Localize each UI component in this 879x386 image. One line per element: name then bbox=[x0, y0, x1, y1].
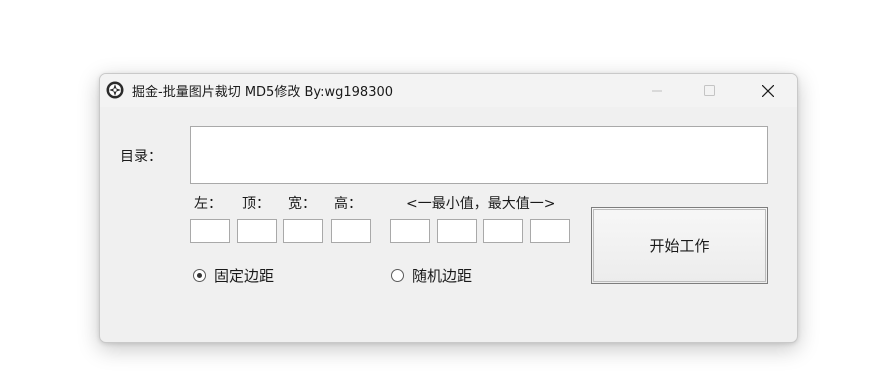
fixed-margin-label: 固定边距 bbox=[214, 267, 275, 285]
fixed-margin-radio[interactable]: 固定边距 bbox=[193, 265, 274, 286]
random-margin-radio[interactable]: 随机边距 bbox=[391, 265, 472, 286]
top-margin-label: 顶： bbox=[242, 196, 270, 212]
left-margin-input[interactable] bbox=[190, 219, 230, 243]
maximize-icon bbox=[703, 85, 715, 96]
app-logo-icon bbox=[106, 81, 124, 99]
height-margin-label: 高： bbox=[334, 196, 362, 212]
random-margin-label: 随机边距 bbox=[412, 267, 473, 285]
width-margin-label: 宽： bbox=[288, 196, 316, 212]
fixed-margin-radio-circle[interactable] bbox=[193, 269, 206, 282]
app-window: 掘金-批量图片裁切 MD5修改 By:wg198300 目录： 左： 顶： 宽：… bbox=[99, 73, 798, 343]
top-margin-input[interactable] bbox=[237, 219, 277, 243]
title-bar[interactable]: 掘金-批量图片裁切 MD5修改 By:wg198300 bbox=[100, 74, 797, 107]
minimize-button[interactable] bbox=[634, 74, 680, 107]
window-title: 掘金-批量图片裁切 MD5修改 By:wg198300 bbox=[132, 85, 394, 100]
close-button[interactable] bbox=[745, 74, 791, 107]
start-work-button[interactable]: 开始工作 bbox=[591, 207, 768, 284]
directory-input[interactable] bbox=[190, 126, 768, 184]
random-margin-radio-circle[interactable] bbox=[391, 269, 404, 282]
range-input-2[interactable] bbox=[437, 219, 477, 243]
range-label: <一最小值，最大值一> bbox=[406, 196, 556, 212]
directory-label: 目录： bbox=[120, 149, 162, 165]
close-icon bbox=[762, 84, 774, 97]
minimize-icon bbox=[652, 90, 662, 91]
range-input-3[interactable] bbox=[483, 219, 523, 243]
width-margin-input[interactable] bbox=[283, 219, 323, 243]
range-input-1[interactable] bbox=[390, 219, 430, 243]
radio-selected-dot bbox=[197, 273, 202, 278]
range-input-4[interactable] bbox=[530, 219, 570, 243]
maximize-button[interactable] bbox=[686, 74, 732, 107]
height-margin-input[interactable] bbox=[331, 219, 371, 243]
left-margin-label: 左： bbox=[194, 196, 222, 212]
